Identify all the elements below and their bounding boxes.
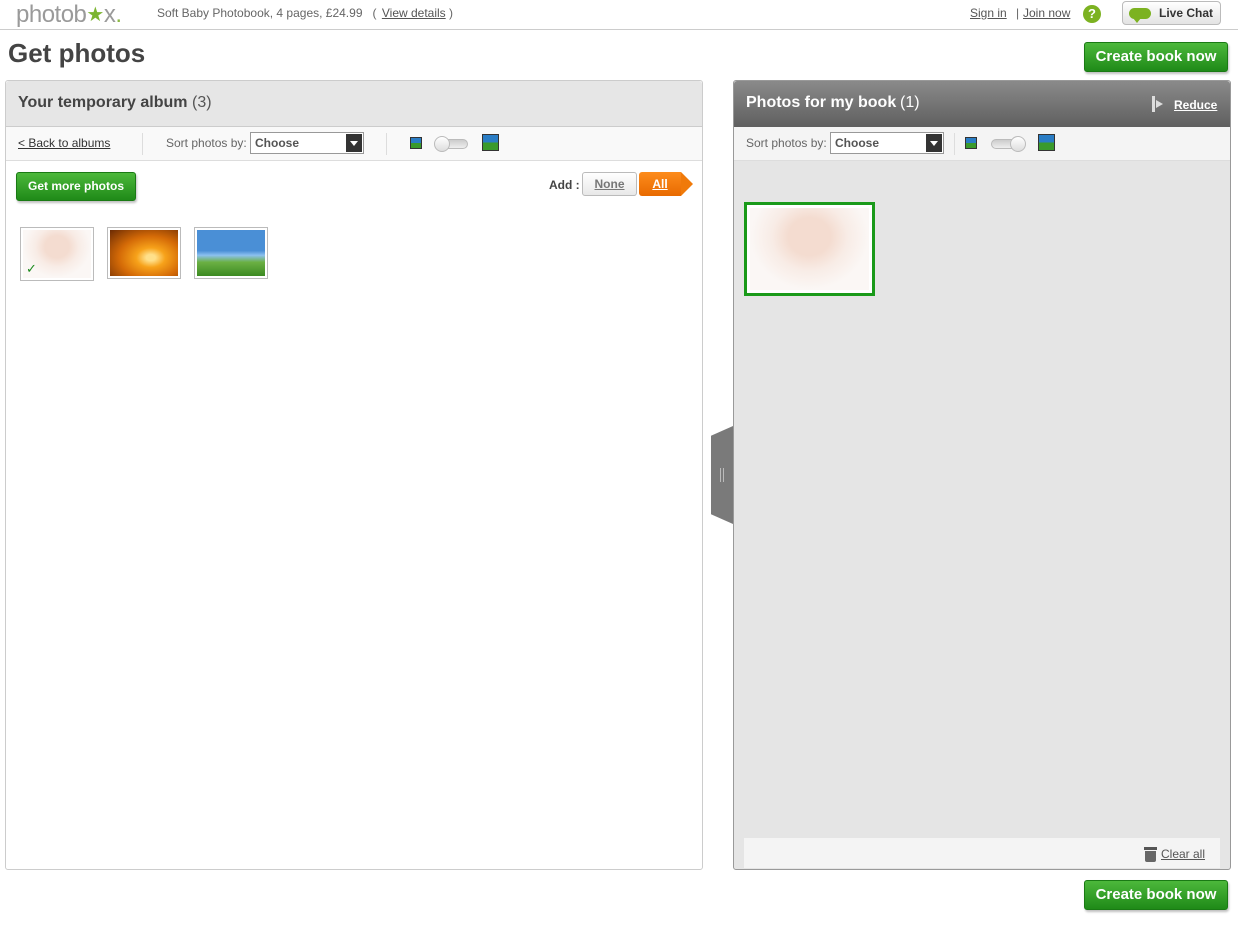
product-summary: Soft Baby Photobook, 4 pages, £24.99 ( V… [157, 6, 453, 20]
join-now-link[interactable]: Join now [1023, 6, 1070, 20]
large-thumbnail-icon[interactable] [1038, 134, 1055, 151]
live-chat-button[interactable]: Live Chat [1122, 1, 1221, 25]
product-text: Soft Baby Photobook, 4 pages, £24.99 [157, 6, 363, 20]
trash-icon[interactable] [1144, 847, 1157, 862]
check-icon: ✓ [26, 261, 37, 276]
reduce-icon-arrow [1156, 100, 1163, 108]
create-book-button-top[interactable]: Create book now [1084, 42, 1228, 72]
chat-bubble-icon [1129, 8, 1151, 23]
album-title: Your temporary album [18, 94, 188, 111]
album-header: Your temporary album (3) [6, 81, 702, 127]
clear-all-link[interactable]: Clear all [1161, 847, 1205, 861]
chevron-down-icon [346, 134, 362, 152]
add-none-button[interactable]: None [582, 172, 637, 196]
album-photo-family[interactable] [194, 227, 268, 279]
divider [142, 133, 143, 155]
book-photos-panel: Photos for my book (1) Reduce Sort photo… [733, 80, 1231, 870]
link-separator: | [1016, 6, 1020, 20]
sort-value: Choose [255, 136, 300, 150]
photo-image [197, 230, 265, 276]
reduce-icon[interactable] [1151, 96, 1165, 112]
help-icon[interactable]: ? [1083, 5, 1101, 23]
sort-label: Sort photos by: [746, 136, 827, 150]
get-more-photos-button[interactable]: Get more photos [16, 172, 136, 201]
create-book-button-bottom[interactable]: Create book now [1084, 880, 1228, 910]
album-photo-sunset[interactable] [107, 227, 181, 279]
book-count: (1) [900, 94, 920, 111]
sort-value: Choose [835, 136, 880, 150]
add-all-button[interactable]: All [639, 172, 693, 196]
top-bar: photob★x. Soft Baby Photobook, 4 pages, … [0, 0, 1238, 30]
large-thumbnail-icon[interactable] [482, 134, 499, 151]
live-chat-label: Live Chat [1159, 6, 1214, 20]
divider [386, 133, 387, 155]
small-thumbnail-icon[interactable] [410, 137, 422, 149]
back-to-albums-link[interactable]: < Back to albums [18, 136, 110, 150]
logo-text-x: x [103, 1, 116, 28]
album-sort-select[interactable]: Choose [250, 132, 364, 154]
book-header: Photos for my book (1) Reduce [734, 81, 1230, 127]
photo-image [110, 230, 178, 276]
photo-image [750, 208, 869, 290]
paren-open: ( [372, 6, 377, 20]
slider-knob[interactable] [1010, 136, 1026, 152]
chevron-down-icon [926, 134, 942, 152]
book-footer: Clear all [744, 838, 1220, 868]
sort-label: Sort photos by: [166, 136, 247, 150]
add-label: Add : [549, 178, 580, 192]
temporary-album-panel: Your temporary album (3) < Back to album… [5, 80, 703, 870]
logo-dot: . [115, 1, 122, 28]
logo-star-icon: ★ [86, 4, 104, 26]
sign-in-link[interactable]: Sign in [970, 6, 1007, 20]
album-zoom-slider[interactable] [434, 136, 468, 152]
album-toolbar: < Back to albums Sort photos by: Choose [6, 127, 702, 161]
grip-icon [720, 468, 724, 482]
view-details-link[interactable]: View details [382, 6, 446, 20]
divider [954, 133, 955, 155]
book-title: Photos for my book [746, 94, 897, 111]
small-thumbnail-icon[interactable] [965, 137, 977, 149]
photobox-logo[interactable]: photob★x. [16, 1, 122, 29]
book-zoom-slider[interactable] [991, 136, 1026, 152]
logo-text: photob [16, 1, 87, 28]
trash-can [1145, 851, 1156, 862]
reduce-icon-bar [1152, 96, 1155, 112]
slider-knob[interactable] [434, 136, 450, 152]
book-toolbar: Sort photos by: Choose [734, 127, 1230, 161]
album-photo-baby[interactable]: ✓ [20, 227, 94, 281]
panel-collapse-handle[interactable] [711, 426, 733, 524]
trash-lid [1144, 847, 1157, 850]
book-photo-baby[interactable] [744, 202, 875, 296]
paren-close: ) [449, 6, 454, 20]
page-title: Get photos [8, 38, 146, 68]
reduce-link[interactable]: Reduce [1174, 98, 1217, 112]
book-sort-select[interactable]: Choose [830, 132, 944, 154]
album-count: (3) [192, 94, 212, 111]
